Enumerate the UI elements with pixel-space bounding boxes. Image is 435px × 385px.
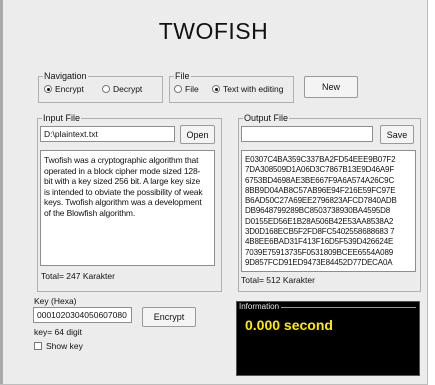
text-with-editing-radio-dot[interactable]	[212, 85, 220, 93]
ciphertext-line: 3D0D168ECB5F2FD8FC5402558688683 7	[245, 227, 395, 237]
ciphertext-line: DB9648799289BC8503738930BA4595D8	[245, 206, 391, 216]
output-total-label: Total= 512 Karakter	[241, 275, 315, 285]
ciphertext-line: 9D857FCD91ED9473E84452D77DECA0A	[245, 257, 393, 267]
output-file-path-field[interactable]	[241, 126, 373, 142]
open-button[interactable]: Open	[180, 125, 215, 144]
show-key-label: Show key	[46, 341, 83, 351]
output-file-legend: Output File	[244, 113, 289, 123]
encrypt-button[interactable]: Encrypt	[142, 307, 196, 327]
file-radio-dot[interactable]	[174, 85, 182, 93]
key-label: Key (Hexa)	[34, 296, 77, 306]
file-radio[interactable]: File	[174, 84, 199, 94]
ciphertext-line: E0307C4BA359C337BA2FD54EEE9B07F2	[245, 155, 396, 164]
text-with-editing-radio[interactable]: Text with editing	[212, 84, 283, 94]
ciphertext-line: 7DA308509D1A06D3C7867B13E9D46A9F	[245, 165, 395, 175]
new-button[interactable]: New	[304, 76, 358, 98]
ciphertext-textarea[interactable]: E0307C4BA359C337BA2FD54EEE9B07F2 7DA3085…	[241, 150, 416, 272]
encrypt-radio-dot[interactable]	[44, 85, 52, 93]
key-digits-label: key= 64 digit	[34, 327, 82, 337]
show-key-checkbox[interactable]: Show key	[34, 341, 83, 351]
encrypt-radio[interactable]: Encrypt	[44, 84, 84, 94]
app-title: TWOFISH	[158, 18, 269, 44]
key-input[interactable]: 0001020304050607080	[33, 307, 132, 323]
file-mode-legend: File	[175, 71, 190, 81]
plaintext-line: operated in a block cipher mode sized 12…	[44, 165, 201, 176]
save-button[interactable]: Save	[380, 125, 414, 144]
ciphertext-line: D0155ED56E1B28A506B42E53AA8538A2	[245, 216, 394, 226]
plaintext-textarea[interactable]: Twofish was a cryptographic algorithm th…	[40, 150, 215, 266]
input-file-path-field[interactable]: D:\plaintext.txt	[40, 126, 175, 142]
plaintext-line: Twofish was a cryptographic algorithm th…	[44, 155, 199, 165]
plaintext-line: of the Blowfish algorithm.	[44, 207, 136, 218]
decrypt-radio[interactable]: Decrypt	[102, 84, 142, 94]
file-radio-label: File	[185, 84, 199, 94]
ciphertext-line: 6753BD4698AE3BE667F9A6A574A26C9C	[245, 175, 395, 185]
input-total-label: Total= 247 Karakter	[41, 271, 115, 281]
elapsed-time-value: 0.000 second	[245, 317, 333, 333]
encrypt-radio-label: Encrypt	[55, 84, 84, 94]
decrypt-radio-label: Decrypt	[113, 84, 143, 94]
ciphertext-line: 8BB9D04AB8C57AB96E94F216E59FC97E	[245, 185, 396, 195]
information-legend: Information	[239, 302, 280, 311]
plaintext-line: keys. Twofish algorithm was a developmen…	[44, 197, 202, 207]
navigation-legend: Navigation	[44, 71, 87, 81]
information-panel: Information 0.000 second	[236, 301, 420, 376]
information-frame-line	[281, 307, 416, 308]
input-file-legend: Input File	[43, 113, 81, 123]
plaintext-line: is intended to obviate the possibility o…	[44, 186, 203, 197]
ciphertext-line: 4B8EE6BAD31F413F16D5F539D426624E	[245, 237, 394, 247]
text-with-editing-radio-label: Text with editing	[223, 84, 284, 94]
plaintext-line: bit with a key sized 256 bit. A large ke…	[44, 176, 201, 186]
ciphertext-line: 7039E75913735F0531809BCEE6554A089	[245, 247, 394, 257]
decrypt-radio-dot[interactable]	[102, 85, 110, 93]
ciphertext-line: B6AD50C27A69EE2796823AFCD7840ADB	[245, 196, 397, 206]
app-window: TWOFISH Navigation Encrypt Decrypt File …	[0, 0, 428, 385]
window-border	[0, 0, 3, 384]
show-key-box[interactable]	[34, 342, 42, 350]
